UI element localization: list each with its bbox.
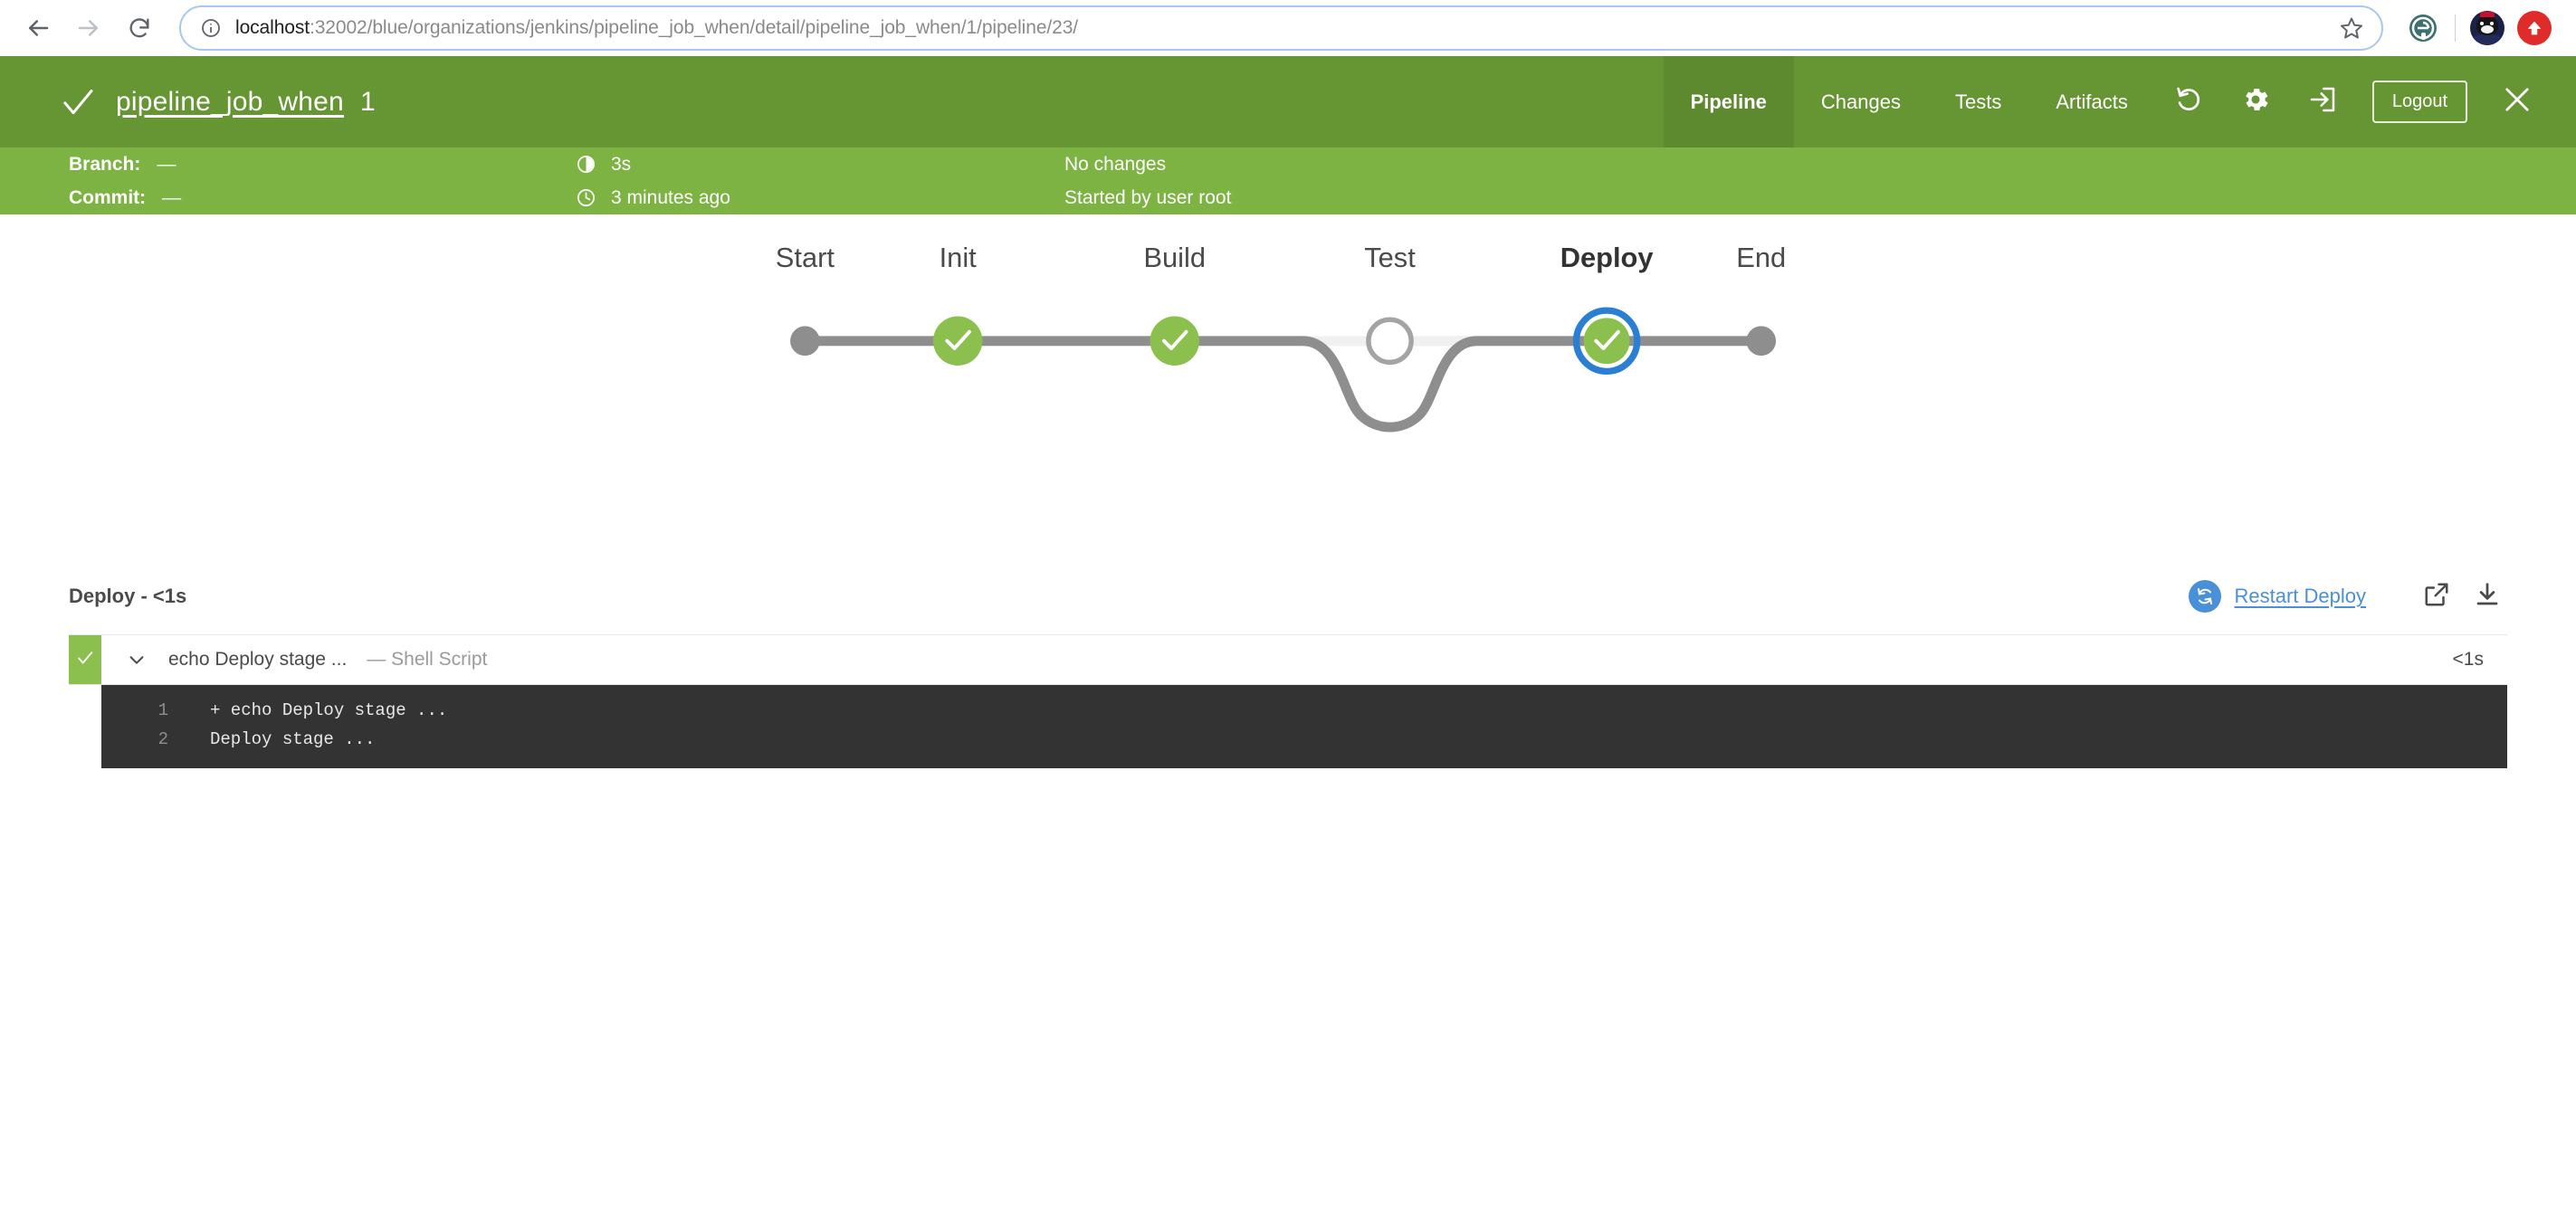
step-status-indicator [69,635,101,684]
close-button[interactable] [2491,83,2543,120]
stage-result-section: Deploy - <1s Restart Deploy [0,558,2576,768]
bookmark-star-icon[interactable] [2338,14,2365,42]
branch-value: — [157,154,176,176]
check-mark-icon [60,84,96,120]
url-host: localhost [235,17,310,38]
browser-extensions [2392,5,2558,52]
avatar [2470,11,2504,45]
update-badge [2517,11,2552,45]
branch-row: Branch: — [69,153,576,176]
arrow-left-icon [24,14,52,42]
log-line-number: 2 [101,725,210,754]
step-name: echo Deploy stage ... [168,649,347,671]
node-label-test: Test [1364,242,1416,273]
user-avatar-icon[interactable] [2464,5,2511,52]
tab-pipeline[interactable]: Pipeline [1664,56,1794,147]
settings-button[interactable] [2222,56,2289,147]
commit-label: Commit: [69,187,146,209]
pipeline-graph: Start Init Build Test Deploy End [0,214,2576,558]
cause-row: Started by user root [1064,186,2576,210]
gear-icon [2240,84,2271,119]
node-end[interactable] [1746,326,1776,356]
node-label-start: Start [776,242,835,273]
commit-value: — [162,187,181,209]
step-row[interactable]: echo Deploy stage ... — Shell Script <1s [69,634,2507,685]
reload-icon [127,15,152,41]
open-in-new-button[interactable] [2417,581,2457,613]
update-arrow-icon[interactable] [2511,5,2558,52]
job-name-link[interactable]: pipeline_job_when [116,87,344,118]
step-body[interactable]: echo Deploy stage ... — Shell Script [101,635,2453,684]
run-info-bar: Branch: — Commit: — 3s 3 minutes ago [0,147,2576,214]
run-number: 1 [360,87,376,118]
login-button[interactable] [2289,56,2356,147]
reload-button[interactable] [114,3,165,53]
extension-e-icon[interactable] [2399,5,2447,52]
url-path: :32002/blue/organizations/jenkins/pipeli… [310,17,1078,38]
duration-row: 3s [576,153,1064,176]
stage-result-header: Deploy - <1s Restart Deploy [69,558,2507,634]
restart-group[interactable]: Restart Deploy [2189,580,2406,613]
open-in-new-icon [2423,581,2450,613]
toolbar-divider [2455,14,2456,42]
rerun-icon [2173,84,2204,119]
url-text: localhost:32002/blue/organizations/jenki… [235,17,2325,39]
restart-circular-icon [2189,580,2221,613]
time-value: 3 minutes ago [611,187,730,209]
download-button[interactable] [2467,581,2507,613]
restart-deploy-link[interactable]: Restart Deploy [2234,585,2366,608]
blueocean-header: pipeline_job_when 1 Pipeline Changes Tes… [0,56,2576,147]
download-icon [2474,581,2501,613]
clock-icon [576,187,597,208]
node-label-build: Build [1143,242,1206,273]
changes-row: No changes [1064,153,2576,176]
commit-row: Commit: — [69,186,576,210]
changes-group: No changes Started by user root [1064,153,2576,210]
node-init[interactable] [933,317,982,366]
duration-clock-icon [576,154,597,175]
chevron-down-icon[interactable] [127,650,147,670]
node-label-end: End [1736,242,1786,273]
arrow-right-icon [75,14,102,42]
timing-group: 3s 3 minutes ago [576,153,1064,210]
back-button[interactable] [13,3,63,53]
check-mark-icon [75,648,95,672]
rerun-button[interactable] [2155,56,2222,147]
header-tabs: Pipeline Changes Tests Artifacts [1664,56,2155,147]
log-line-text: Deploy stage ... [210,725,375,754]
run-title-zone: pipeline_job_when 1 [0,56,1664,147]
logout-button[interactable]: Logout [2372,81,2467,123]
node-label-init: Init [940,242,978,273]
header-actions: Logout [2155,56,2576,147]
node-build[interactable] [1150,317,1199,366]
tab-changes[interactable]: Changes [1794,56,1928,147]
pipeline-graph-svg: Start Init Build Test Deploy End [0,214,2576,558]
close-x-icon [2501,83,2533,120]
console-log[interactable]: 1 + echo Deploy stage ... 2 Deploy stage… [101,685,2507,768]
log-line: 2 Deploy stage ... [101,725,2507,754]
tab-artifacts[interactable]: Artifacts [2028,56,2154,147]
address-bar[interactable]: localhost:32002/blue/organizations/jenki… [179,5,2383,51]
forward-button[interactable] [63,3,114,53]
step-type: — Shell Script [367,649,487,671]
log-line-number: 1 [101,696,210,725]
login-arrow-icon [2308,85,2337,119]
branch-commit-group: Branch: — Commit: — [69,153,576,210]
log-line: 1 + echo Deploy stage ... [101,696,2507,725]
duration-value: 3s [611,154,631,176]
node-test-skipped[interactable] [1369,319,1411,362]
changes-text: No changes [1064,154,1166,176]
info-circle-icon[interactable] [199,16,223,40]
log-line-text: + echo Deploy stage ... [210,696,447,725]
node-start[interactable] [790,326,820,356]
tab-tests[interactable]: Tests [1928,56,2028,147]
cause-text: Started by user root [1064,187,1231,209]
step-duration: <1s [2453,635,2507,684]
time-row: 3 minutes ago [576,186,1064,210]
browser-toolbar: localhost:32002/blue/organizations/jenki… [0,0,2576,56]
node-deploy[interactable] [1584,318,1630,364]
node-label-deploy: Deploy [1560,242,1654,273]
stage-result-title: Deploy - <1s [69,585,186,608]
branch-label: Branch: [69,154,140,176]
